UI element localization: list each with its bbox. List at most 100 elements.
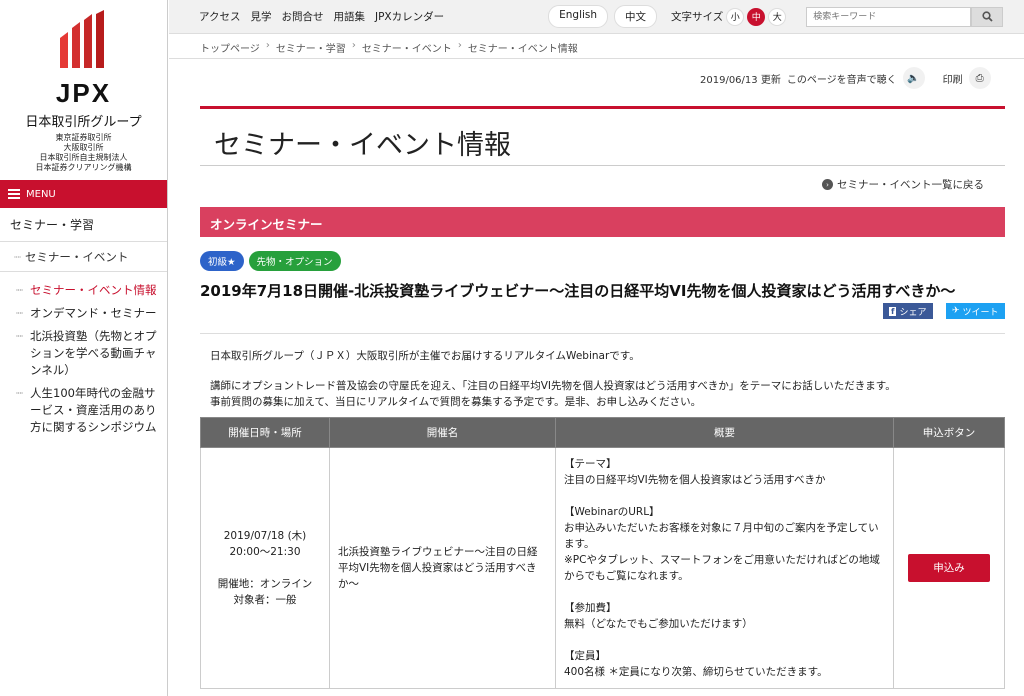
page-utility: 2019/06/13 更新 このページを音声で聴く 🔈 印刷 ⎙ bbox=[700, 67, 991, 89]
speaker-icon[interactable]: 🔈 bbox=[902, 67, 925, 89]
breadcrumb-events[interactable]: セミナー・イベント bbox=[362, 40, 452, 55]
col-header-summary: 概要 bbox=[555, 417, 894, 448]
top-bar: アクセス 見学 お問合せ 用語集 JPXカレンダー English 中文 文字サ… bbox=[169, 0, 1024, 34]
breadcrumb-home[interactable]: トップページ bbox=[200, 40, 260, 55]
sidebar-item-event-info[interactable]: ┈ セミナー・イベント情報 bbox=[16, 282, 159, 299]
subsection-label: セミナー・イベント bbox=[24, 249, 129, 264]
back-to-list-link[interactable]: › セミナー・イベント一覧に戻る bbox=[822, 177, 984, 192]
event-audience: 対象者：一般 bbox=[233, 594, 297, 606]
search-input[interactable] bbox=[806, 6, 972, 27]
group-name: 日本取引所グループ bbox=[25, 115, 142, 130]
lang-english-button[interactable]: English bbox=[548, 5, 609, 28]
subsidiary-ose: 大阪取引所 bbox=[63, 143, 104, 152]
table-header-row: 開催日時・場所 開催名 概要 申込ボタン bbox=[200, 417, 1005, 448]
breadcrumb-current: セミナー・イベント情報 bbox=[467, 44, 578, 55]
twitter-icon: ✈ bbox=[952, 306, 960, 316]
sidebar-item-label: オンデマンド・セミナー bbox=[30, 306, 157, 320]
facebook-share-button[interactable]: f シェア bbox=[883, 303, 933, 319]
tag-category: 先物・オプション bbox=[248, 251, 341, 271]
print-link[interactable]: 印刷 bbox=[943, 71, 963, 86]
nav-calendar[interactable]: JPXカレンダー bbox=[375, 9, 444, 24]
tree-icon: ┈ bbox=[16, 283, 23, 297]
apply-button[interactable]: 申込み bbox=[908, 554, 990, 582]
breadcrumb-separator: › bbox=[457, 40, 462, 51]
subsidiary-clearing: 日本証券クリアリング機構 bbox=[35, 163, 132, 172]
jpx-logo-mark-icon bbox=[59, 10, 104, 68]
cell-summary: 【テーマ】 注目の日経平均VI先物を個人投資家はどう活用すべきか 【Webina… bbox=[555, 447, 894, 689]
nav-access[interactable]: アクセス bbox=[199, 9, 240, 24]
breadcrumb: トップページ › セミナー・学習 › セミナー・イベント › セミナー・イベント… bbox=[200, 40, 578, 55]
breadcrumb-separator: › bbox=[265, 40, 270, 51]
tree-icon: ┈ bbox=[16, 386, 23, 400]
fee-heading: 【参加費】 bbox=[564, 602, 617, 614]
sidebar-subsection-events[interactable]: ┈ セミナー・イベント bbox=[0, 242, 167, 272]
logo-block[interactable]: JPX 日本取引所グループ 東京証券取引所 大阪取引所 日本取引所自主規制法人 … bbox=[0, 0, 167, 180]
col-header-apply: 申込ボタン bbox=[893, 417, 1005, 448]
divider bbox=[169, 58, 1024, 59]
col-header-name: 開催名 bbox=[329, 417, 556, 448]
intro-line: 事前質問の募集に加えて、当日にリアルタイムで質問を募集する予定です。是非、お申し… bbox=[210, 396, 702, 408]
section-heading: オンラインセミナー bbox=[200, 207, 1005, 237]
printer-icon[interactable]: ⎙ bbox=[968, 67, 991, 89]
read-aloud-link[interactable]: このページを音声で聴く bbox=[787, 71, 897, 86]
chevron-right-icon: › bbox=[822, 179, 833, 190]
theme-heading: 【テーマ】 bbox=[564, 458, 617, 470]
menu-label: MENU bbox=[26, 188, 56, 200]
nav-tour[interactable]: 見学 bbox=[250, 9, 271, 24]
table-row: 2019/07/18 (木) 20:00～21:30 開催地：オンライン 対象者… bbox=[200, 447, 1005, 689]
tree-icon: ┈ bbox=[14, 249, 21, 264]
theme-text: 注目の日経平均VI先物を個人投資家はどう活用すべきか bbox=[564, 474, 826, 486]
intro-line: 日本取引所グループ（ＪＰＸ）大阪取引所が主催でお届けするリアルタイムWebina… bbox=[210, 350, 640, 362]
url-note: ※PCやタブレット、スマートフォンをご用意いただければどの地域からでもご覧になれ… bbox=[564, 554, 880, 582]
updated-date: 2019/06/13 更新 bbox=[700, 74, 781, 86]
sidebar-item-label: 人生100年時代の金融サービス・資産活用のあり方に関するシンポジウム bbox=[30, 386, 157, 434]
search-button[interactable] bbox=[971, 6, 1004, 27]
event-venue: 開催地：オンライン bbox=[217, 578, 313, 590]
event-title: 2019年7月18日開催-北浜投資塾ライブウェビナー～注目の日経平均VI先物を個… bbox=[200, 282, 956, 300]
event-table: 開催日時・場所 開催名 概要 申込ボタン 2019/07/18 (木) 20:0… bbox=[200, 417, 1005, 689]
facebook-share-label: シェア bbox=[899, 307, 927, 318]
fee-text: 無料（どなたでもご参加いただけます） bbox=[564, 618, 753, 630]
twitter-share-label: ツイート bbox=[962, 307, 999, 318]
sidebar-section-seminar[interactable]: セミナー・学習 bbox=[0, 208, 167, 242]
sidebar-item-ondemand[interactable]: ┈ オンデマンド・セミナー bbox=[16, 305, 159, 322]
col-header-date: 開催日時・場所 bbox=[200, 417, 330, 448]
menu-button[interactable]: MENU bbox=[0, 180, 167, 208]
font-size-large-button[interactable]: 大 bbox=[768, 7, 787, 26]
hamburger-icon bbox=[8, 187, 20, 201]
facebook-icon: f bbox=[889, 306, 897, 316]
page-title-block: セミナー・イベント情報 bbox=[200, 106, 1005, 166]
logo-text: JPX bbox=[55, 78, 112, 108]
divider bbox=[200, 333, 1005, 334]
breadcrumb-seminar[interactable]: セミナー・学習 bbox=[276, 40, 346, 55]
tree-icon: ┈ bbox=[16, 306, 23, 320]
event-intro: 日本取引所グループ（ＪＰＸ）大阪取引所が主催でお届けするリアルタイムWebina… bbox=[210, 348, 896, 410]
tree-icon: ┈ bbox=[16, 329, 23, 343]
font-size-medium-button[interactable]: 中 bbox=[747, 7, 766, 26]
url-heading: 【WebinarのURL】 bbox=[564, 506, 660, 518]
font-size-small-button[interactable]: 小 bbox=[726, 7, 745, 26]
sidebar-list: ┈ セミナー・イベント情報 ┈ オンデマンド・セミナー ┈ 北浜投資塾（先物とオ… bbox=[0, 272, 167, 436]
top-nav: アクセス 見学 お問合せ 用語集 JPXカレンダー bbox=[169, 9, 444, 24]
intro-line: 講師にオプショントレード普及協会の守屋氏を迎え、「注目の日経平均VI先物を個人投… bbox=[210, 380, 896, 392]
font-size-control: 文字サイズ 小 中 大 bbox=[671, 7, 787, 26]
lang-chinese-button[interactable]: 中文 bbox=[614, 5, 658, 28]
back-link-label: セミナー・イベント一覧に戻る bbox=[837, 179, 984, 191]
nav-glossary[interactable]: 用語集 bbox=[333, 9, 365, 24]
sidebar-item-symposium[interactable]: ┈ 人生100年時代の金融サービス・資産活用のあり方に関するシンポジウム bbox=[16, 385, 159, 436]
url-text: お申込みいただいたお客様を対象に７月中旬のご案内を予定しています。 bbox=[564, 522, 879, 550]
cell-apply: 申込み bbox=[893, 447, 1005, 689]
left-sidebar: JPX 日本取引所グループ 東京証券取引所 大阪取引所 日本取引所自主規制法人 … bbox=[0, 0, 168, 696]
subsidiary-regulation: 日本取引所自主規制法人 bbox=[39, 153, 128, 162]
font-size-label: 文字サイズ bbox=[671, 11, 724, 23]
twitter-share-button[interactable]: ✈ ツイート bbox=[946, 303, 1005, 319]
event-time: 20:00～21:30 bbox=[229, 546, 301, 558]
nav-contact[interactable]: お問合せ bbox=[281, 9, 323, 24]
sidebar-item-label: 北浜投資塾（先物とオプションを学べる動画チャンネル） bbox=[30, 329, 157, 377]
tag-level: 初級★ bbox=[200, 251, 244, 271]
search-box bbox=[806, 6, 1004, 27]
sidebar-item-kitahama[interactable]: ┈ 北浜投資塾（先物とオプションを学べる動画チャンネル） bbox=[16, 328, 159, 379]
event-date: 2019/07/18 (木) bbox=[223, 530, 307, 542]
capacity-text: 400名様 ＊定員になり次第、締切らせていただきます。 bbox=[564, 666, 828, 678]
page-title: セミナー・イベント情報 bbox=[214, 130, 511, 161]
